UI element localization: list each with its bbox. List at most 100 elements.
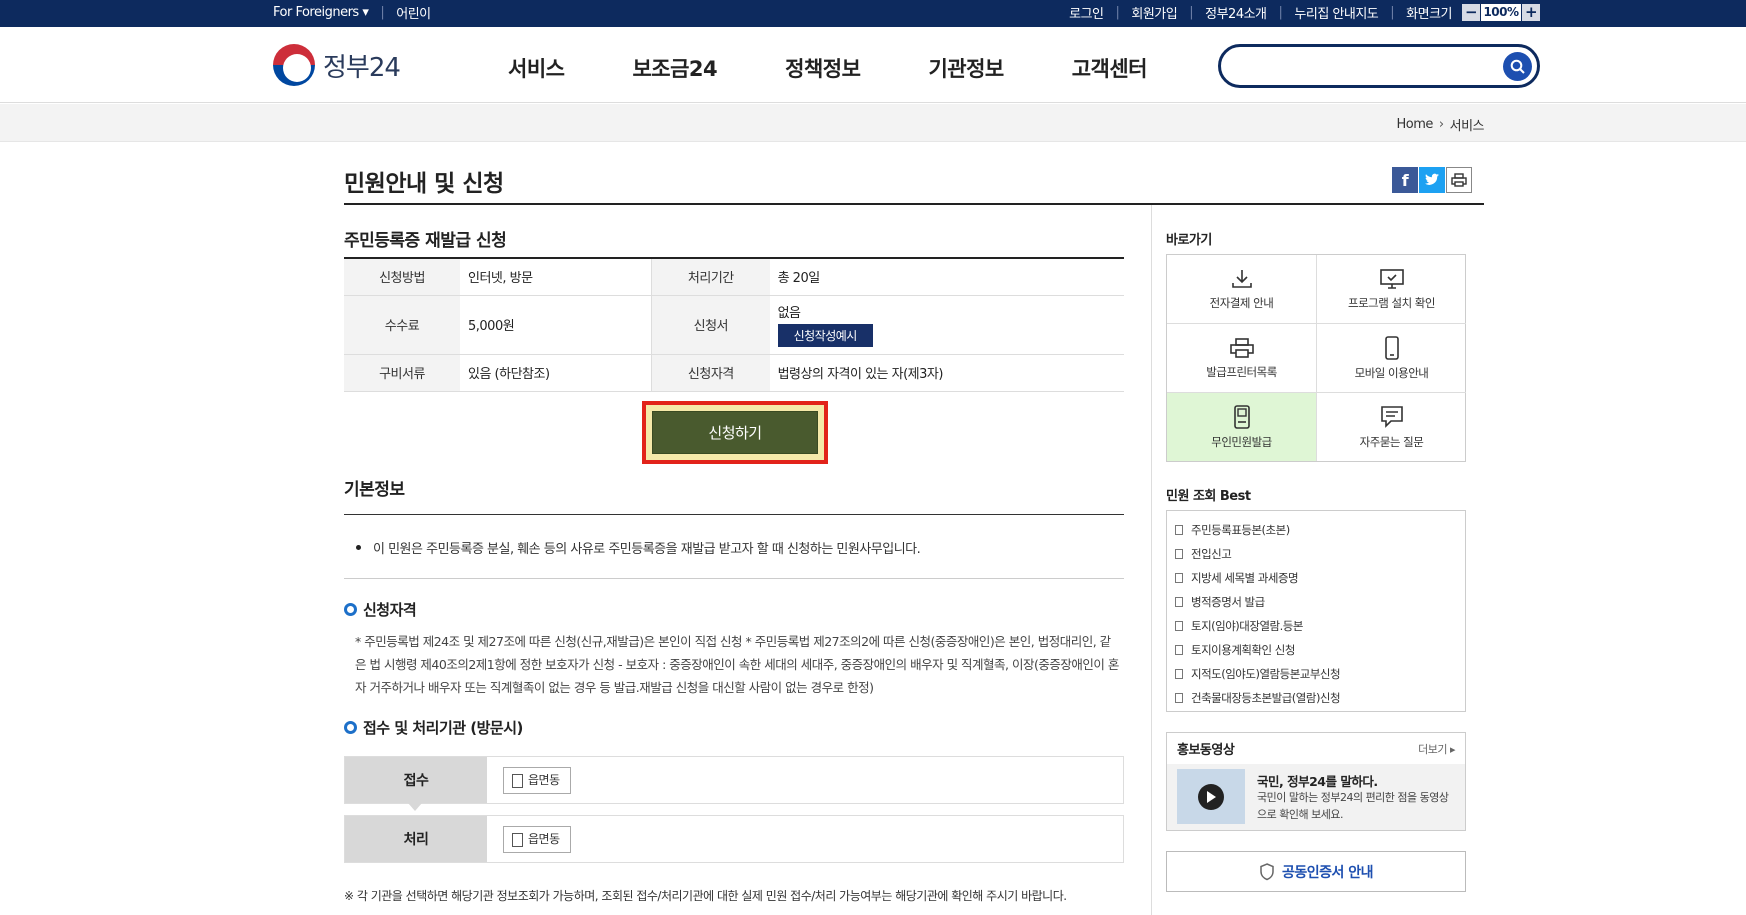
divider: | bbox=[1278, 5, 1283, 20]
divider: | bbox=[380, 5, 385, 20]
list-item-label: 건축물대장등초본발급(열람)신청 bbox=[1191, 691, 1341, 705]
list-item[interactable]: 주민등록표등본(초본) bbox=[1175, 518, 1465, 542]
list-item[interactable]: 토지이용계획확인 신청 bbox=[1175, 638, 1465, 662]
breadcrumb-home[interactable]: Home bbox=[1397, 117, 1434, 132]
table-cell: 인터넷, 방문 bbox=[460, 258, 652, 296]
nav-policy-info[interactable]: 정책정보 bbox=[785, 53, 861, 83]
list-item[interactable]: 지방세 세목별 과세증명 bbox=[1175, 566, 1465, 590]
best-title: 민원 조회 Best bbox=[1166, 489, 1251, 504]
list-item[interactable]: 토지(임야)대장열람.등본 bbox=[1175, 614, 1465, 638]
table-cell: 총 20일 bbox=[769, 258, 1124, 296]
table-row: 구비서류 있음 (하단참조) 신청자격 법령상의 자격이 있는 자(제3자) bbox=[344, 354, 1124, 392]
search-input[interactable] bbox=[1235, 53, 1485, 79]
divider: | bbox=[1390, 5, 1395, 20]
table-row: 수수료 5,000원 신청서 없음 신청작성예시 bbox=[344, 295, 1124, 355]
nav-customer-center[interactable]: 고객센터 bbox=[1072, 53, 1148, 83]
quick-link-mobile[interactable]: 모바일 이용안내 bbox=[1317, 324, 1466, 393]
mobile-phone-icon bbox=[1384, 335, 1399, 360]
table-cell: 없음 신청작성예시 bbox=[769, 295, 1124, 355]
service-title: 주민등록증 재발급 신청 bbox=[344, 231, 507, 251]
twitter-icon[interactable] bbox=[1419, 167, 1445, 193]
promo-video-desc: 국민이 말하는 정부24의 편리한 점을 동영상으로 확인해 보세요. bbox=[1257, 791, 1449, 821]
service-summary-table: 신청방법 인터넷, 방문 처리기간 총 20일 수수료 5,000원 신청서 없… bbox=[344, 257, 1124, 392]
certificate-guide-button[interactable]: 공동인증서 안내 bbox=[1166, 851, 1466, 892]
list-item-label: 지방세 세목별 과세증명 bbox=[1191, 571, 1299, 585]
nav-agency-info[interactable]: 기관정보 bbox=[928, 53, 1004, 83]
quick-link-label: 전자결제 안내 bbox=[1209, 295, 1274, 310]
quick-link-label: 자주묻는 질문 bbox=[1359, 434, 1424, 449]
kids-link[interactable]: 어린이 bbox=[396, 3, 431, 22]
table-header-cell: 구비서류 bbox=[344, 354, 460, 392]
sitemap-link[interactable]: 누리집 안내지도 bbox=[1294, 3, 1378, 22]
divider: | bbox=[1189, 5, 1194, 20]
document-icon bbox=[1175, 573, 1183, 583]
search-box bbox=[1218, 44, 1540, 88]
arrow-down-icon bbox=[408, 803, 422, 811]
for-foreigners-dropdown[interactable]: For Foreigners ▾ bbox=[273, 5, 369, 20]
quick-link-kiosk[interactable]: 무인민원발급 bbox=[1167, 393, 1317, 461]
site-logo[interactable]: 정부24 bbox=[273, 44, 401, 86]
promo-title: 홍보동영상 bbox=[1177, 743, 1235, 758]
quick-link-payment[interactable]: 전자결제 안내 bbox=[1167, 255, 1317, 324]
quick-link-label: 무인민원발급 bbox=[1211, 434, 1272, 449]
agency-note: ※ 각 기관을 선택하면 해당기관 정보조회가 가능하며, 조회된 접수/처리기… bbox=[344, 889, 1067, 903]
document-icon bbox=[1175, 693, 1183, 703]
promo-more-link[interactable]: 더보기 ▸ bbox=[1418, 741, 1455, 757]
form-example-button[interactable]: 신청작성예시 bbox=[777, 324, 873, 347]
certificate-guide-label: 공동인증서 안내 bbox=[1281, 864, 1374, 881]
table-cell: 있음 (하단참조) bbox=[460, 354, 652, 392]
document-icon bbox=[1175, 621, 1183, 631]
form-value: 없음 bbox=[777, 306, 801, 321]
play-icon bbox=[1198, 783, 1224, 810]
list-item-label: 전입신고 bbox=[1191, 547, 1232, 561]
list-item[interactable]: 지적도(임야도)열람등본교부신청 bbox=[1175, 662, 1465, 686]
basic-info-item: 이 민원은 주민등록증 분실, 훼손 등의 사유로 주민등록증을 재발급 받고자… bbox=[356, 538, 921, 557]
quick-link-program-check[interactable]: 프로그램 설치 확인 bbox=[1317, 255, 1466, 324]
breadcrumb-current[interactable]: 서비스 bbox=[1450, 115, 1485, 134]
print-icon[interactable] bbox=[1446, 167, 1472, 193]
process-label: 처리 bbox=[345, 816, 487, 862]
promo-video-box: 홍보동영상 더보기 ▸ 국민, 정부24를 말하다. 국민이 말하는 정부24의… bbox=[1166, 732, 1466, 831]
taegeuk-logo-icon bbox=[273, 44, 315, 86]
sidebar-divider bbox=[1151, 205, 1152, 915]
nav-services[interactable]: 서비스 bbox=[508, 53, 565, 83]
quick-link-faq[interactable]: 자주묻는 질문 bbox=[1317, 393, 1466, 461]
receive-agency-select[interactable]: 읍면동 bbox=[503, 767, 571, 794]
logo-text: 정부24 bbox=[323, 52, 401, 83]
apply-button[interactable]: 신청하기 bbox=[652, 411, 818, 454]
facebook-icon[interactable]: f bbox=[1392, 167, 1418, 193]
signup-link[interactable]: 회원가입 bbox=[1131, 3, 1177, 22]
main-navigation: 서비스 보조금24 정책정보 기관정보 고객센터 bbox=[508, 53, 1215, 83]
zoom-in-button[interactable]: + bbox=[1522, 4, 1540, 21]
download-icon bbox=[1231, 269, 1252, 288]
speech-bubble-icon bbox=[1380, 405, 1403, 428]
promo-video-title[interactable]: 국민, 정부24를 말하다. bbox=[1257, 771, 1378, 790]
list-item[interactable]: 건축물대장등초본발급(열람)신청 bbox=[1175, 686, 1465, 710]
top-utility-bar: For Foreigners ▾ | 어린이 로그인 | 회원가입 | 정부24… bbox=[0, 0, 1746, 27]
nav-subsidy24[interactable]: 보조금24 bbox=[632, 53, 717, 83]
table-row: 신청방법 인터넷, 방문 처리기간 총 20일 bbox=[344, 258, 1124, 296]
list-item-label: 주민등록표등본(초본) bbox=[1191, 523, 1290, 537]
printer-icon bbox=[1229, 337, 1254, 358]
document-icon bbox=[1175, 669, 1183, 679]
zoom-out-button[interactable]: − bbox=[1462, 4, 1480, 21]
zoom-level: 100% bbox=[1481, 4, 1521, 21]
quick-link-label: 모바일 이용안내 bbox=[1354, 365, 1429, 380]
about-link[interactable]: 정부24소개 bbox=[1205, 3, 1267, 22]
shield-icon bbox=[1260, 862, 1274, 880]
login-link[interactable]: 로그인 bbox=[1069, 3, 1104, 22]
list-item[interactable]: 병적증명서 발급 bbox=[1175, 590, 1465, 614]
list-item[interactable]: 전입신고 bbox=[1175, 542, 1465, 566]
kiosk-icon bbox=[1233, 404, 1250, 429]
document-icon bbox=[1175, 525, 1183, 535]
process-agency-select[interactable]: 읍면동 bbox=[503, 826, 571, 853]
search-button[interactable] bbox=[1503, 52, 1532, 81]
apply-button-highlight: 신청하기 bbox=[642, 401, 828, 464]
quick-link-label: 발급프린터목록 bbox=[1206, 364, 1277, 379]
quick-link-printer-list[interactable]: 발급프린터목록 bbox=[1167, 324, 1317, 393]
video-thumbnail[interactable] bbox=[1177, 769, 1245, 824]
agency-heading: 접수 및 처리기관 (방문시) bbox=[344, 717, 523, 738]
table-header-cell: 신청자격 bbox=[651, 354, 770, 392]
document-icon bbox=[1175, 645, 1183, 655]
receive-agency-row: 접수 읍면동 bbox=[344, 756, 1124, 804]
